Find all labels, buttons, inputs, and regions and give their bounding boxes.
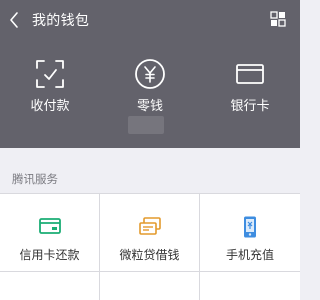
top-navigation-bar: 我的钱包 (0, 0, 300, 40)
services-grid: 信用卡还款 微粒贷借钱 手机充值 (0, 193, 300, 300)
scan-check-icon (34, 58, 66, 90)
feature-change-label: 零钱 (136, 99, 163, 114)
service-weilidai-loan-label: 微粒贷借钱 (119, 248, 180, 262)
wallet-header: 我的钱包 收付款 零钱 银行卡 (0, 0, 300, 148)
feature-collect-pay[interactable]: 收付款 (0, 58, 100, 122)
chevron-left-icon[interactable] (7, 9, 23, 31)
weilidai-loan-icon (138, 216, 162, 238)
feature-bank-card-label: 银行卡 (230, 99, 270, 114)
service-cell-empty[interactable] (0, 272, 99, 300)
grid-menu-icon[interactable] (270, 11, 286, 27)
page-title: 我的钱包 (32, 13, 90, 29)
feature-collect-pay-label: 收付款 (30, 99, 70, 114)
yen-circle-icon (134, 58, 166, 90)
feature-change[interactable]: 零钱 (100, 58, 200, 122)
credit-card-repay-icon (38, 216, 62, 238)
service-credit-card-repay[interactable]: 信用卡还款 (0, 194, 99, 271)
screen-glare (128, 116, 164, 134)
service-credit-card-repay-label: 信用卡还款 (19, 248, 80, 262)
service-mobile-topup-label: 手机充值 (225, 248, 274, 262)
service-weilidai-loan[interactable]: 微粒贷借钱 (100, 194, 199, 271)
section-title-tencent-services: 腾讯服务 (12, 172, 58, 186)
service-cell-empty[interactable] (200, 272, 300, 300)
service-cell-empty[interactable] (100, 272, 199, 300)
bank-card-icon (234, 58, 266, 90)
feature-bank-card[interactable]: 银行卡 (200, 58, 300, 122)
service-mobile-topup[interactable]: 手机充值 (200, 194, 300, 271)
mobile-topup-icon (238, 216, 262, 238)
